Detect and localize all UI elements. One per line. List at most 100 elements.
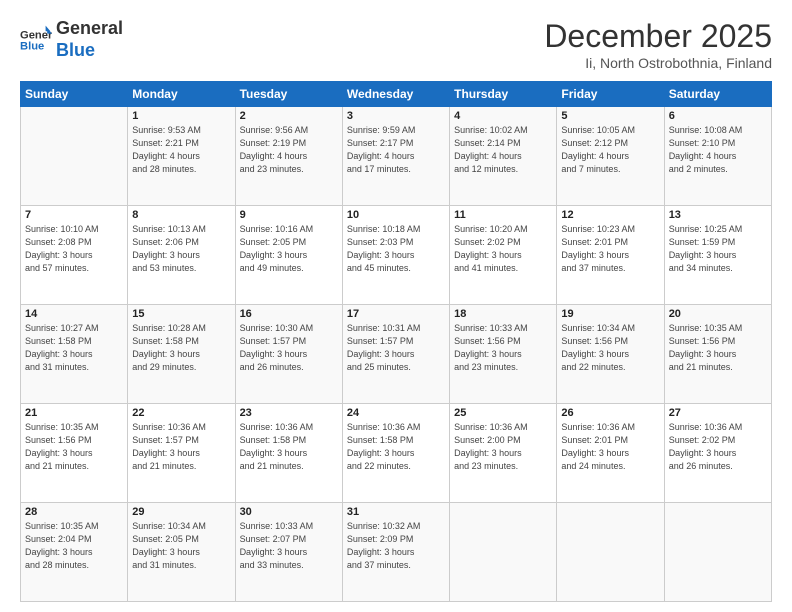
calendar-cell: 21Sunrise: 10:35 AMSunset: 1:56 PMDaylig… xyxy=(21,404,128,503)
calendar-cell: 12Sunrise: 10:23 AMSunset: 2:01 PMDaylig… xyxy=(557,206,664,305)
day-info: Sunrise: 10:33 AMSunset: 2:07 PMDaylight… xyxy=(240,520,338,572)
logo-general: General xyxy=(56,18,123,40)
header-thursday: Thursday xyxy=(450,82,557,107)
day-number: 3 xyxy=(347,110,445,122)
day-info: Sunrise: 10:13 AMSunset: 2:06 PMDaylight… xyxy=(132,223,230,275)
calendar-cell xyxy=(557,503,664,602)
day-info: Sunrise: 10:36 AMSunset: 1:57 PMDaylight… xyxy=(132,421,230,473)
day-info: Sunrise: 10:20 AMSunset: 2:02 PMDaylight… xyxy=(454,223,552,275)
day-info: Sunrise: 9:56 AMSunset: 2:19 PMDaylight:… xyxy=(240,124,338,176)
location-subtitle: Ii, North Ostrobothnia, Finland xyxy=(544,55,772,71)
calendar-cell: 31Sunrise: 10:32 AMSunset: 2:09 PMDaylig… xyxy=(342,503,449,602)
logo-icon: General Blue xyxy=(20,24,52,56)
day-info: Sunrise: 10:05 AMSunset: 2:12 PMDaylight… xyxy=(561,124,659,176)
day-info: Sunrise: 10:30 AMSunset: 1:57 PMDaylight… xyxy=(240,322,338,374)
day-info: Sunrise: 10:36 AMSunset: 1:58 PMDaylight… xyxy=(240,421,338,473)
calendar-cell xyxy=(450,503,557,602)
day-info: Sunrise: 10:34 AMSunset: 1:56 PMDaylight… xyxy=(561,322,659,374)
weekday-header-row: Sunday Monday Tuesday Wednesday Thursday… xyxy=(21,82,772,107)
header-monday: Monday xyxy=(128,82,235,107)
day-info: Sunrise: 10:23 AMSunset: 2:01 PMDaylight… xyxy=(561,223,659,275)
day-number: 1 xyxy=(132,110,230,122)
calendar-cell: 20 Sunrise: 10:35 AMSunset: 1:56 PMDaylig… xyxy=(664,305,771,404)
day-number: 18 xyxy=(454,308,552,320)
header-sunday: Sunday xyxy=(21,82,128,107)
day-number: 25 xyxy=(454,407,552,419)
day-info: Sunrise: 10:36 AMSunset: 2:02 PMDaylight… xyxy=(669,421,767,473)
day-info: Sunrise: 10:36 AMSunset: 1:58 PMDaylight… xyxy=(347,421,445,473)
day-number: 28 xyxy=(25,506,123,518)
calendar-cell: 28Sunrise: 10:35 AMSunset: 2:04 PMDaylig… xyxy=(21,503,128,602)
calendar-cell: 13Sunrise: 10:25 AMSunset: 1:59 PMDaylig… xyxy=(664,206,771,305)
calendar-cell: 11 Sunrise: 10:20 AMSunset: 2:02 PMDaylig… xyxy=(450,206,557,305)
calendar-cell: 7Sunrise: 10:10 AMSunset: 2:08 PMDayligh… xyxy=(21,206,128,305)
day-info: Sunrise: 10:31 AMSunset: 1:57 PMDaylight… xyxy=(347,322,445,374)
calendar-cell: 10 Sunrise: 10:18 AMSunset: 2:03 PMDaylig… xyxy=(342,206,449,305)
calendar-cell: 5Sunrise: 10:05 AMSunset: 2:12 PMDayligh… xyxy=(557,107,664,206)
title-block: December 2025 Ii, North Ostrobothnia, Fi… xyxy=(544,18,772,71)
day-info: Sunrise: 10:02 AMSunset: 2:14 PMDaylight… xyxy=(454,124,552,176)
day-number: 15 xyxy=(132,308,230,320)
day-number: 23 xyxy=(240,407,338,419)
logo-blue: Blue xyxy=(56,40,123,62)
calendar-cell: 29Sunrise: 10:34 AMSunset: 2:05 PMDaylig… xyxy=(128,503,235,602)
calendar-cell: 17 Sunrise: 10:31 AMSunset: 1:57 PMDaylig… xyxy=(342,305,449,404)
header-friday: Friday xyxy=(557,82,664,107)
day-number: 19 xyxy=(561,308,659,320)
page: General Blue General Blue December 2025 … xyxy=(0,0,792,612)
svg-text:Blue: Blue xyxy=(20,40,44,52)
day-number: 30 xyxy=(240,506,338,518)
day-info: Sunrise: 10:08 AMSunset: 2:10 PMDaylight… xyxy=(669,124,767,176)
day-info: Sunrise: 9:59 AMSunset: 2:17 PMDaylight:… xyxy=(347,124,445,176)
day-number: 27 xyxy=(669,407,767,419)
logo: General Blue General Blue xyxy=(20,18,123,61)
day-number: 29 xyxy=(132,506,230,518)
header-tuesday: Tuesday xyxy=(235,82,342,107)
day-info: Sunrise: 10:36 AMSunset: 2:01 PMDaylight… xyxy=(561,421,659,473)
calendar-cell: 14 Sunrise: 10:27 AMSunset: 1:58 PMDaylig… xyxy=(21,305,128,404)
day-number: 26 xyxy=(561,407,659,419)
calendar-cell: 16 Sunrise: 10:30 AMSunset: 1:57 PMDaylig… xyxy=(235,305,342,404)
day-number: 31 xyxy=(347,506,445,518)
calendar-cell: 6 Sunrise: 10:08 AMSunset: 2:10 PMDayligh… xyxy=(664,107,771,206)
day-number: 7 xyxy=(25,209,123,221)
day-info: Sunrise: 10:36 AMSunset: 2:00 PMDaylight… xyxy=(454,421,552,473)
day-info: Sunrise: 10:28 AMSunset: 1:58 PMDaylight… xyxy=(132,322,230,374)
calendar-week-1: 1Sunrise: 9:53 AMSunset: 2:21 PMDaylight… xyxy=(21,107,772,206)
day-number: 8 xyxy=(132,209,230,221)
calendar-cell: 25 Sunrise: 10:36 AMSunset: 2:00 PMDaylig… xyxy=(450,404,557,503)
day-number: 20 xyxy=(669,308,767,320)
day-number: 16 xyxy=(240,308,338,320)
day-number: 21 xyxy=(25,407,123,419)
header-wednesday: Wednesday xyxy=(342,82,449,107)
calendar-week-2: 7Sunrise: 10:10 AMSunset: 2:08 PMDayligh… xyxy=(21,206,772,305)
calendar-week-3: 14 Sunrise: 10:27 AMSunset: 1:58 PMDaylig… xyxy=(21,305,772,404)
day-info: Sunrise: 10:35 AMSunset: 1:56 PMDaylight… xyxy=(669,322,767,374)
day-number: 2 xyxy=(240,110,338,122)
month-title: December 2025 xyxy=(544,18,772,55)
day-number: 14 xyxy=(25,308,123,320)
day-number: 17 xyxy=(347,308,445,320)
calendar-table: Sunday Monday Tuesday Wednesday Thursday… xyxy=(20,81,772,602)
header-saturday: Saturday xyxy=(664,82,771,107)
day-info: Sunrise: 10:16 AMSunset: 2:05 PMDaylight… xyxy=(240,223,338,275)
calendar-cell: 30 Sunrise: 10:33 AMSunset: 2:07 PMDaylig… xyxy=(235,503,342,602)
day-number: 9 xyxy=(240,209,338,221)
calendar-cell: 26 Sunrise: 10:36 AMSunset: 2:01 PMDaylig… xyxy=(557,404,664,503)
day-info: Sunrise: 10:18 AMSunset: 2:03 PMDaylight… xyxy=(347,223,445,275)
header: General Blue General Blue December 2025 … xyxy=(20,18,772,71)
calendar-cell: 1Sunrise: 9:53 AMSunset: 2:21 PMDaylight… xyxy=(128,107,235,206)
day-number: 13 xyxy=(669,209,767,221)
day-number: 6 xyxy=(669,110,767,122)
day-number: 11 xyxy=(454,209,552,221)
day-info: Sunrise: 10:27 AMSunset: 1:58 PMDaylight… xyxy=(25,322,123,374)
calendar-cell xyxy=(664,503,771,602)
calendar-cell: 15 Sunrise: 10:28 AMSunset: 1:58 PMDaylig… xyxy=(128,305,235,404)
calendar-cell: 19 Sunrise: 10:34 AMSunset: 1:56 PMDaylig… xyxy=(557,305,664,404)
calendar-cell: 4Sunrise: 10:02 AMSunset: 2:14 PMDayligh… xyxy=(450,107,557,206)
calendar-cell: 23 Sunrise: 10:36 AMSunset: 1:58 PMDaylig… xyxy=(235,404,342,503)
day-number: 10 xyxy=(347,209,445,221)
day-info: Sunrise: 10:33 AMSunset: 1:56 PMDaylight… xyxy=(454,322,552,374)
calendar-cell: 18 Sunrise: 10:33 AMSunset: 1:56 PMDaylig… xyxy=(450,305,557,404)
calendar-cell: 8 Sunrise: 10:13 AMSunset: 2:06 PMDayligh… xyxy=(128,206,235,305)
